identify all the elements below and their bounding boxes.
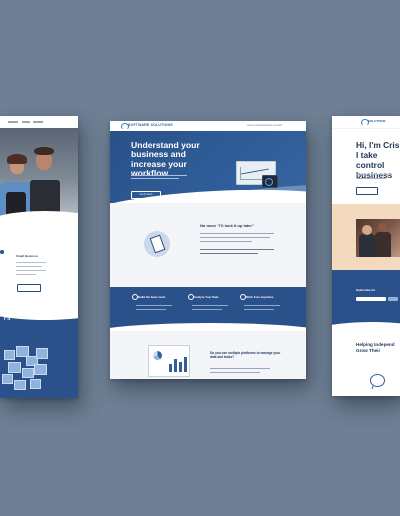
center-text-line: [200, 233, 274, 235]
left-section-heading: Small Business: [16, 254, 39, 258]
center-quote-title: No more "I'll look it up later": [200, 223, 254, 228]
left-text-line: [16, 266, 42, 268]
right-text-line: [356, 178, 386, 180]
phone-image: [262, 175, 278, 188]
chat-bubble-icon[interactable]: [370, 374, 385, 387]
center-hero-text-line: [131, 175, 187, 177]
center-hero-title: Understand your business and increase yo…: [131, 140, 200, 179]
right-website-mockup: SOLUTIONS Hi, I'm Cris. I take control b…: [332, 116, 400, 396]
left-section-tail: r It: [4, 316, 11, 322]
feature-title: Analyze Your Data: [194, 295, 219, 299]
right-help-title: Helping Independ Grow Their: [356, 342, 395, 353]
left-website-mockup: Small Business r It: [0, 116, 78, 398]
center-text-line: [200, 241, 252, 243]
center-logo[interactable]: SOFTWARE SOLUTIONS: [128, 123, 173, 127]
left-hero-wave: [0, 211, 78, 233]
left-blue-section: r It: [0, 294, 78, 398]
left-dot-icon: [0, 250, 4, 254]
right-team-photo: [356, 219, 400, 257]
center-text-line: [200, 249, 274, 251]
center-bottom-title: Do you use multiple platforms to manage …: [210, 351, 281, 359]
right-subscribe-section: Subscribe for: [332, 270, 400, 344]
center-hero-cta-button[interactable]: Get in touch: [131, 191, 161, 199]
clipboard-icon: [144, 231, 170, 257]
right-text-line: [356, 174, 392, 176]
center-nav-bar: SOFTWARE SOLUTIONS Home Services About C…: [110, 121, 306, 131]
center-website-mockup: SOFTWARE SOLUTIONS Home Services About C…: [110, 121, 306, 379]
left-text-line: [16, 270, 46, 272]
center-text-line: [200, 237, 270, 239]
left-text-line: [16, 274, 36, 276]
left-hero-photo: [0, 128, 78, 222]
center-text-line: [210, 372, 260, 374]
center-features-strip: Build the basic tools Analyze Your Data …: [110, 287, 306, 345]
right-logo[interactable]: SOLUTIONS: [368, 119, 386, 123]
right-cta-button[interactable]: [356, 187, 378, 195]
left-cta-button[interactable]: [17, 284, 41, 292]
center-hero-text-line: [131, 178, 179, 180]
center-nav-menu[interactable]: Home Services About Contact: [247, 124, 282, 127]
feature-title: Build the basic tools: [138, 295, 166, 299]
center-text-line: [200, 253, 258, 255]
feature-title: Work from anywhere: [246, 295, 274, 299]
right-nav-bar: SOLUTIONS: [332, 116, 400, 129]
center-text-line: [210, 368, 270, 370]
left-text-line: [16, 262, 46, 264]
center-quote-section: [110, 203, 306, 288]
right-subscribe-label: Subscribe for: [356, 288, 376, 292]
center-hero: Understand your business and increase yo…: [110, 131, 306, 239]
pie-chart-icon: [153, 351, 162, 360]
subscribe-input[interactable]: [356, 297, 386, 301]
subscribe-button[interactable]: [388, 297, 398, 301]
dashboard-image: [148, 345, 190, 377]
